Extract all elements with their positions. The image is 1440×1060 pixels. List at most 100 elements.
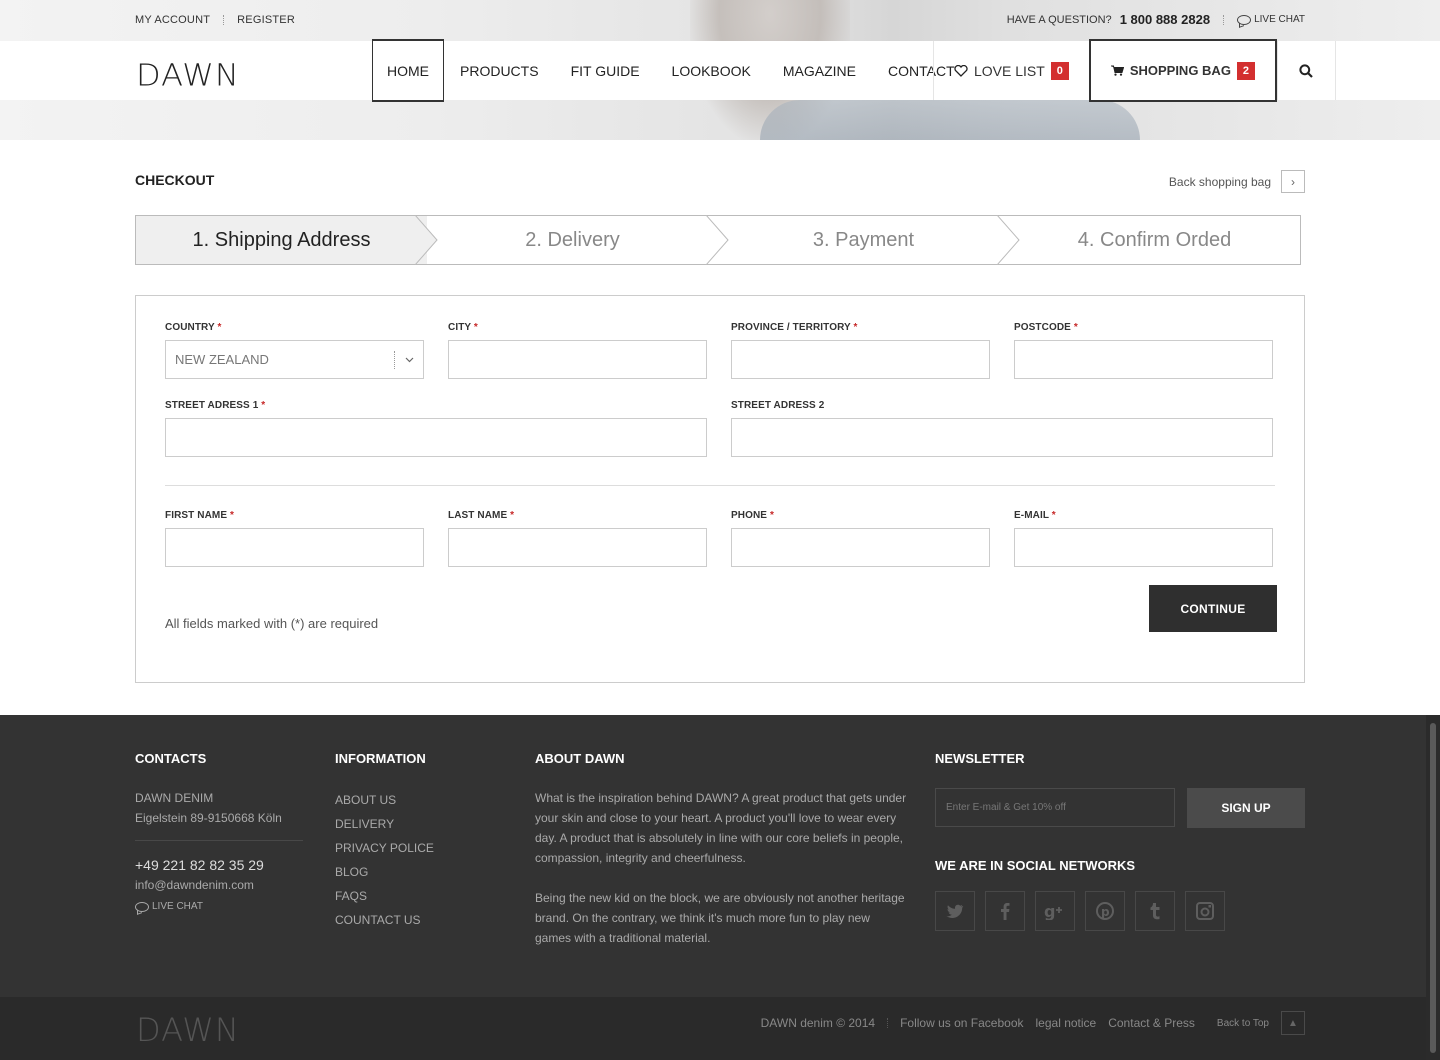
nav-home[interactable]: HOME <box>372 39 444 102</box>
live-chat-link[interactable]: LIVE CHAT <box>1237 14 1305 25</box>
step-arrow <box>997 215 1020 265</box>
footer-live-chat[interactable]: LIVE CHAT <box>135 901 305 912</box>
nav-lookbook[interactable]: LOOKBOOK <box>656 41 767 100</box>
city-label: CITY * <box>448 322 478 333</box>
contact-press-link[interactable]: Contact & Press <box>1108 1016 1195 1030</box>
step-label: 3. Payment <box>812 228 915 251</box>
footer-link-blog[interactable]: BLOG <box>335 860 505 884</box>
footer-email[interactable]: info@dawndenim.com <box>135 875 305 895</box>
back-to-top-link[interactable]: Back to Top <box>1217 1018 1269 1029</box>
phone-field: PHONE * <box>731 510 990 567</box>
footer-newsletter: NEWSLETTER Enter E-mail & Get 10% off SI… <box>935 751 1305 931</box>
shopping-bag-label: SHOPPING BAG <box>1129 63 1231 78</box>
instagram-icon[interactable] <box>1185 891 1225 931</box>
footer: CONTACTS DAWN DENIM Eigelstein 89-915066… <box>0 715 1440 997</box>
street1-input[interactable] <box>165 418 707 457</box>
chevron-right-icon[interactable]: › <box>1281 170 1305 193</box>
sign-up-button[interactable]: SIGN UP <box>1187 788 1305 828</box>
continue-button[interactable]: CONTINUE <box>1149 585 1277 632</box>
back-to-bag-link[interactable]: Back shopping bag › <box>1169 170 1305 193</box>
last-name-input[interactable] <box>448 528 707 567</box>
country-value: NEW ZEALAND <box>175 352 269 367</box>
required-note: All fields marked with (*) are required <box>165 616 379 631</box>
heart-icon <box>954 64 968 77</box>
email-label: E-MAIL * <box>1014 510 1056 521</box>
footer-contacts: CONTACTS DAWN DENIM Eigelstein 89-915066… <box>135 751 305 912</box>
step-arrow <box>415 215 438 265</box>
bag-count-badge: 2 <box>1236 61 1255 80</box>
footer-live-chat-label: LIVE CHAT <box>152 901 203 912</box>
street2-input[interactable] <box>731 418 1273 457</box>
step-delivery[interactable]: 2. Delivery <box>427 215 729 265</box>
shopping-bag-button[interactable]: SHOPPING BAG 2 <box>1088 39 1277 102</box>
footer-link-contact-us[interactable]: COUNTACT US <box>335 908 505 932</box>
social-links: g p <box>935 891 1305 931</box>
footer-about: ABOUT DAWN What is the inspiration behin… <box>535 751 915 948</box>
nav-fit-guide[interactable]: FIT GUIDE <box>555 41 656 100</box>
postcode-field: POSTCODE * <box>1014 322 1273 379</box>
pinterest-icon[interactable]: p <box>1085 891 1125 931</box>
scrollbar-thumb[interactable] <box>1430 723 1436 1053</box>
footer-link-about-us[interactable]: ABOUT US <box>335 788 505 812</box>
follow-facebook-link[interactable]: Follow us on Facebook <box>900 1016 1023 1030</box>
love-list-button[interactable]: LOVE LIST 0 <box>934 41 1089 100</box>
street1-field: STREET ADRESS 1 * <box>165 400 707 457</box>
divider <box>887 1018 889 1028</box>
checkout-steps: 1. Shipping Address 2. Delivery 3. Payme… <box>135 215 1301 265</box>
street2-label: STREET ADRESS 2 <box>731 400 825 411</box>
step-confirm-order[interactable]: 4. Confirm Orded <box>1009 216 1300 264</box>
top-bar: MY ACCOUNT REGISTER HAVE A QUESTION? 1 8… <box>135 0 1305 41</box>
support-phone[interactable]: 1 800 888 2828 <box>1120 12 1210 27</box>
first-name-input[interactable] <box>165 528 424 567</box>
live-chat-label: LIVE CHAT <box>1254 14 1305 25</box>
footer-logo[interactable]: DAWN <box>136 1011 240 1049</box>
footer-bottom-links: DAWN denim © 2014 Follow us on Facebook … <box>749 1011 1305 1035</box>
newsletter-email-input[interactable]: Enter E-mail & Get 10% off <box>935 788 1175 827</box>
city-input[interactable] <box>448 340 707 379</box>
about-paragraph-1: What is the inspiration behind DAWN? A g… <box>535 791 907 865</box>
scrollbar[interactable] <box>1426 715 1440 1060</box>
facebook-icon[interactable] <box>985 891 1025 931</box>
arrow-up-icon[interactable]: ▲ <box>1281 1011 1305 1035</box>
about-paragraph-2: Being the new kid on the block, we are o… <box>535 891 905 945</box>
google-plus-icon[interactable]: g <box>1035 891 1075 931</box>
chat-bubble-icon <box>1237 14 1252 25</box>
company-name: DAWN DENIM <box>135 791 214 805</box>
logo[interactable]: DAWN <box>136 57 240 93</box>
country-select[interactable]: NEW ZEALAND <box>165 340 424 379</box>
my-account-link[interactable]: MY ACCOUNT <box>135 14 210 26</box>
footer-phone[interactable]: +49 221 82 82 35 29 <box>135 855 305 875</box>
step-shipping-address[interactable]: 1. Shipping Address <box>136 215 438 265</box>
search-button[interactable] <box>1276 41 1335 100</box>
tumblr-icon[interactable] <box>1135 891 1175 931</box>
phone-label: PHONE * <box>731 510 774 521</box>
postcode-input[interactable] <box>1014 340 1273 379</box>
footer-link-faqs[interactable]: FAQS <box>335 884 505 908</box>
country-label: COUNTRY * <box>165 322 222 333</box>
divider <box>1223 14 1225 25</box>
phone-input[interactable] <box>731 528 990 567</box>
postcode-label: POSTCODE * <box>1014 322 1078 333</box>
province-field: PROVINCE / TERRITORY * <box>731 322 990 379</box>
cart-icon <box>1110 65 1124 76</box>
nav-magazine[interactable]: MAGAZINE <box>767 41 872 100</box>
twitter-icon[interactable] <box>935 891 975 931</box>
svg-text:p: p <box>1101 905 1110 919</box>
page-title: CHECKOUT <box>135 172 215 188</box>
step-payment[interactable]: 3. Payment <box>718 215 1020 265</box>
province-label: PROVINCE / TERRITORY * <box>731 322 858 333</box>
legal-notice-link[interactable]: legal notice <box>1036 1016 1097 1030</box>
province-input[interactable] <box>731 340 990 379</box>
love-list-label: LOVE LIST <box>974 62 1045 79</box>
shipping-form: COUNTRY * NEW ZEALAND CITY * PROVINCE / … <box>135 295 1305 683</box>
footer-link-privacy[interactable]: PRIVACY POLICE <box>335 836 505 860</box>
last-name-label: LAST NAME * <box>448 510 515 521</box>
main-navbar: DAWN HOME PRODUCTS FIT GUIDE LOOKBOOK MA… <box>0 39 1440 102</box>
email-input[interactable] <box>1014 528 1273 567</box>
divider <box>135 840 303 841</box>
form-divider <box>165 485 1275 486</box>
register-link[interactable]: REGISTER <box>237 14 295 26</box>
nav-products[interactable]: PRODUCTS <box>444 41 555 100</box>
footer-link-delivery[interactable]: DELIVERY <box>335 812 505 836</box>
back-label: Back shopping bag <box>1168 174 1271 189</box>
